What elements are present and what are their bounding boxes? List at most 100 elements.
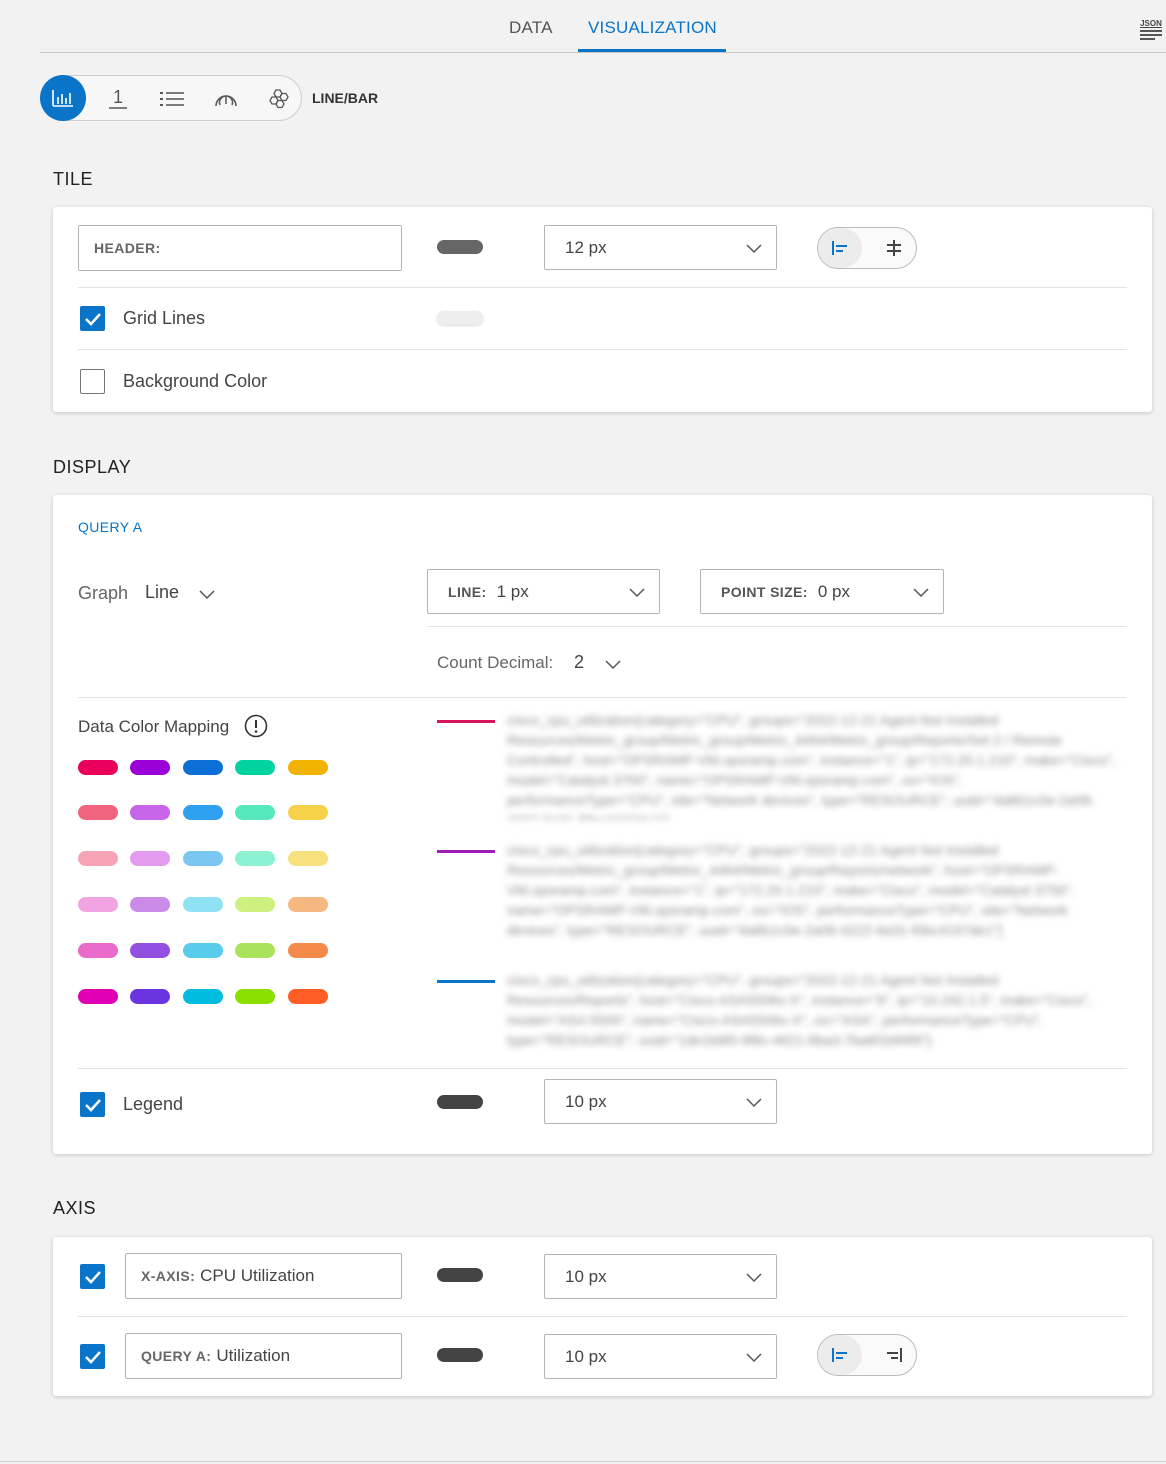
palette-swatch[interactable] [130,760,170,775]
palette-swatch[interactable] [78,851,118,866]
legend-checkbox[interactable] [80,1092,105,1117]
series-color-line[interactable] [437,980,495,983]
tab-bar: DATA VISUALIZATION JSON [40,0,1166,53]
palette-swatch[interactable] [235,989,275,1004]
svg-text:1: 1 [113,87,123,107]
checkmark-icon [84,1350,101,1364]
palette-swatch[interactable] [130,805,170,820]
palette-swatch[interactable] [130,897,170,912]
legend-font-size-select[interactable]: 10 px [544,1079,777,1124]
header-color-picker[interactable] [437,240,483,254]
count-decimal-value: 2 [574,652,585,672]
palette-swatch[interactable] [235,897,275,912]
checkmark-icon [84,1270,101,1284]
y-axis-checkbox[interactable] [80,1344,105,1369]
line-width-select[interactable]: LINE: 1 px [427,569,660,614]
chevron-down-icon [199,590,215,600]
graph-type-select[interactable]: Line [145,582,225,603]
align-left-button[interactable] [818,228,862,268]
palette-swatch[interactable] [78,805,118,820]
active-tab-indicator [578,49,726,52]
palette-swatch[interactable] [130,989,170,1004]
palette-swatch[interactable] [183,989,223,1004]
grid-lines-label: Grid Lines [123,308,206,328]
count-decimal-select[interactable]: 2 [574,652,634,673]
palette-swatch[interactable] [78,760,118,775]
palette-swatch[interactable] [183,851,223,866]
x-axis-color-picker[interactable] [437,1268,483,1282]
legend-font-size-value: 10 px [565,1091,607,1111]
x-axis-checkbox[interactable] [80,1264,105,1289]
palette-swatch[interactable] [288,851,328,866]
align-center-button[interactable] [872,228,916,268]
info-icon[interactable] [244,714,268,738]
palette-swatch[interactable] [78,943,118,958]
query-a-title: QUERY A [78,519,143,535]
viz-type-list-button[interactable] [149,76,195,122]
palette-swatch[interactable] [78,989,118,1004]
palette-swatch[interactable] [183,760,223,775]
y-axis-font-size-value: 10 px [565,1346,607,1366]
palette-swatch[interactable] [235,943,275,958]
grid-lines-checkbox[interactable] [80,306,105,331]
json-menu-icon[interactable]: JSON [1140,20,1162,44]
chevron-down-icon [629,588,645,598]
line-width-value: 1 px [496,581,529,601]
point-size-label: POINT SIZE: [721,583,808,600]
chevron-down-icon [746,244,762,254]
axis-settings-card: X-AXIS: CPU Utilization 10 px QUERY A: U… [53,1237,1152,1396]
palette-swatch[interactable] [288,897,328,912]
header-font-size-select[interactable]: 12 px [544,225,777,270]
axis-section-title: AXIS [53,1198,97,1218]
palette-swatch[interactable] [130,851,170,866]
series-color-line[interactable] [437,720,495,723]
y-axis-title-input[interactable]: QUERY A: Utilization [125,1333,402,1379]
viz-type-honeycomb-button[interactable] [257,76,303,122]
align-left-icon [832,1348,847,1362]
y-axis-input-label: QUERY A: [141,1348,212,1364]
graph-type-value: Line [145,582,180,602]
series-name: cisco_cpu_utilization{category="CPU", gr… [507,972,1092,1048]
series-color-line[interactable] [437,850,495,853]
y-axis-input-value: Utilization [216,1346,291,1365]
point-size-select[interactable]: POINT SIZE: 0 px [700,569,944,614]
palette-swatch[interactable] [183,805,223,820]
x-axis-font-size-select[interactable]: 10 px [544,1254,777,1299]
header-input-label: HEADER: [94,240,161,256]
palette-swatch[interactable] [130,943,170,958]
chevron-down-icon [746,1273,762,1283]
background-color-checkbox[interactable] [80,369,105,394]
palette-swatch[interactable] [183,897,223,912]
palette-swatch[interactable] [288,760,328,775]
x-axis-title-input[interactable]: X-AXIS: CPU Utilization [125,1253,402,1299]
gauge-icon [215,95,237,107]
header-font-size-value: 12 px [565,237,607,257]
y-axis-font-size-select[interactable]: 10 px [544,1334,777,1379]
bar-chart-icon [52,90,73,107]
align-right-button[interactable] [872,1335,916,1375]
y-axis-color-picker[interactable] [437,1348,483,1362]
palette-swatch[interactable] [183,943,223,958]
viz-type-gauge-button[interactable] [203,76,249,122]
grid-lines-color-picker[interactable] [437,311,483,325]
legend-color-picker[interactable] [437,1095,483,1109]
count-decimal-label: Count Decimal: [437,653,554,672]
tab-data[interactable]: DATA [509,18,553,38]
x-axis-input-label: X-AXIS: [141,1268,196,1284]
tab-visualization[interactable]: VISUALIZATION [588,18,717,38]
align-left-button[interactable] [818,1335,862,1375]
x-axis-font-size-value: 10 px [565,1266,607,1286]
single-value-icon: 1 [109,87,127,109]
viz-type-single-value-button[interactable]: 1 [95,76,141,122]
palette-swatch[interactable] [288,805,328,820]
palette-swatch[interactable] [235,760,275,775]
header-input[interactable]: HEADER: [78,225,402,271]
palette-swatch[interactable] [288,989,328,1004]
palette-swatch[interactable] [235,805,275,820]
viz-type-line-bar-button[interactable] [40,75,86,121]
palette-swatch[interactable] [288,943,328,958]
palette-swatch[interactable] [235,851,275,866]
series-name: cisco_cpu_utilization{category="CPU", gr… [507,842,1075,938]
palette-swatch[interactable] [78,897,118,912]
tile-settings-card: HEADER: 12 px Grid Lines Background Colo… [53,207,1152,412]
